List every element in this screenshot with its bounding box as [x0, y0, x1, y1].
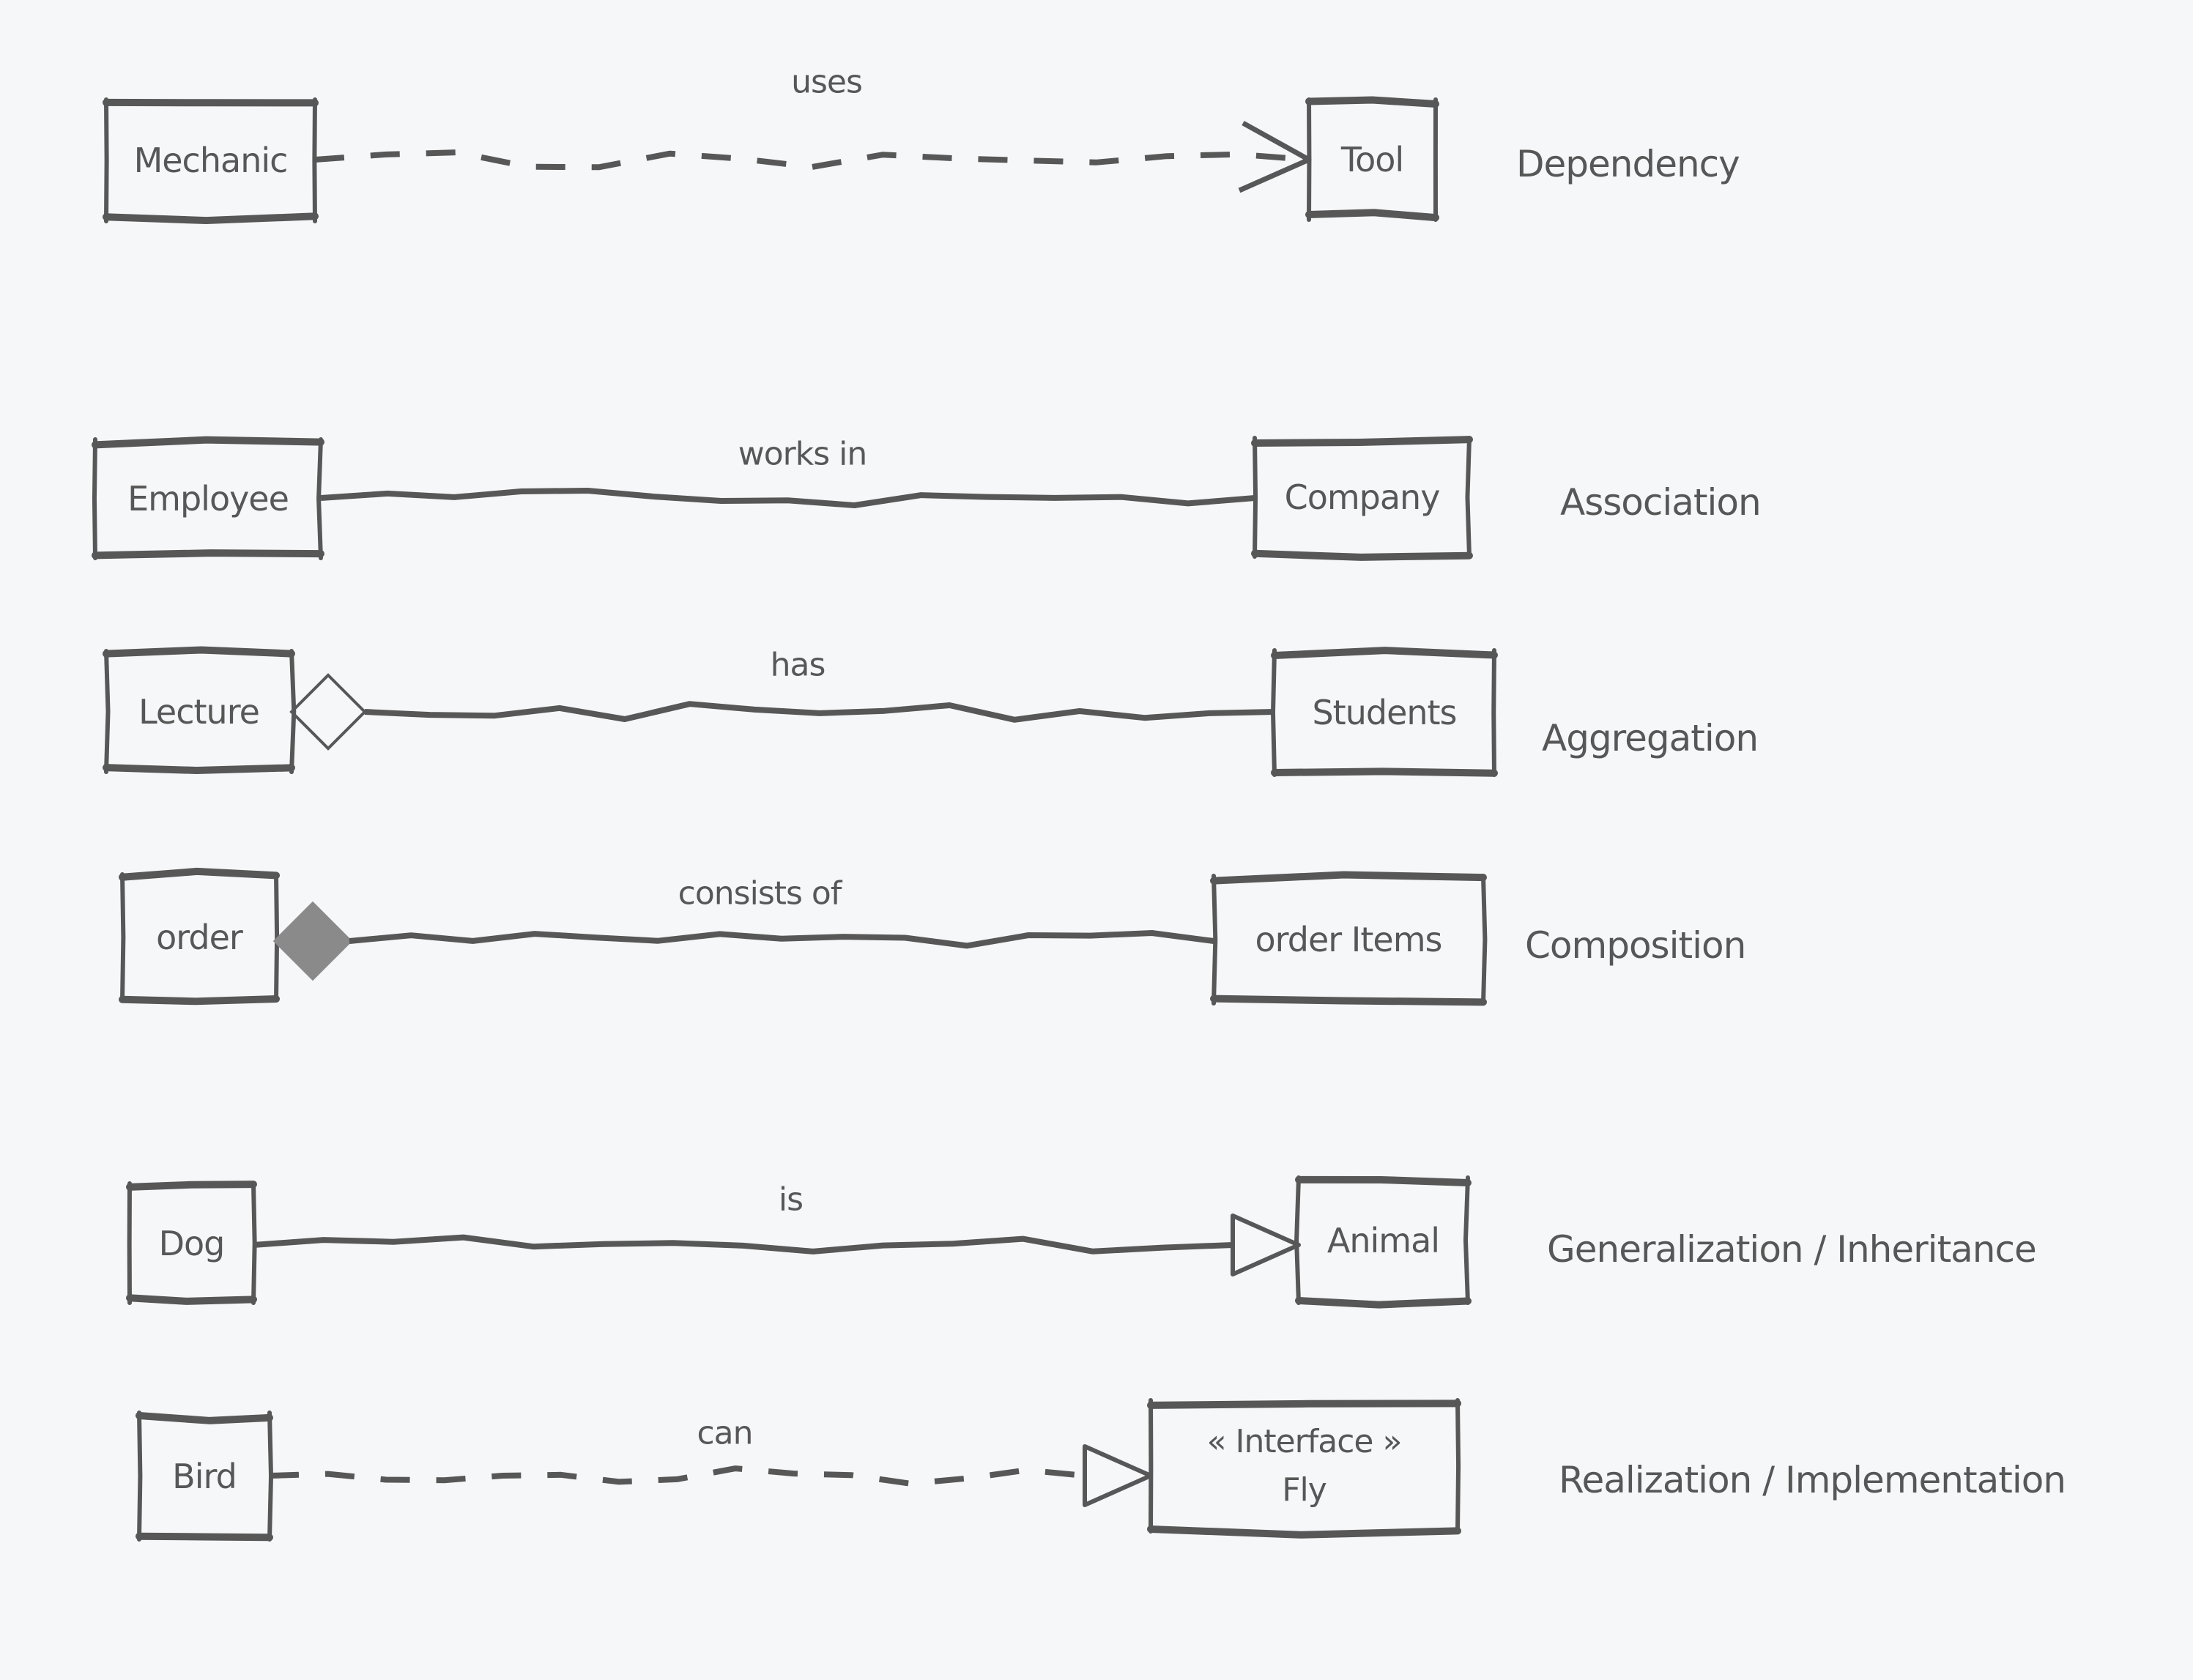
class-bird-label: Bird: [172, 1456, 237, 1496]
dependency-target-box-bottom-edge: [1305, 209, 1439, 222]
aggregation-source-box-top-edge: [103, 646, 295, 658]
dependency-source-box-bottom-edge: [103, 212, 319, 225]
dependency-connector-line: [314, 149, 1310, 171]
association-target-box-right-edge: [1465, 436, 1472, 559]
generalization-source-box-bottom-edge: [126, 1294, 257, 1305]
aggregation-target-box-right-edge: [1491, 648, 1496, 777]
relationship-kind-dependency: Dependency: [1516, 143, 1740, 185]
realization-source-box-left-edge: [137, 1410, 143, 1542]
class-order-items-label: order Items: [1255, 920, 1443, 959]
class-dog-label: Dog: [158, 1223, 226, 1263]
relation-label-works-in: works in: [738, 435, 867, 473]
relationship-kind-aggregation: Aggregation: [1542, 717, 1759, 759]
interface-name: Fly: [1282, 1471, 1327, 1509]
association-source-box-top-edge: [92, 436, 324, 449]
relationship-kind-composition: Composition: [1525, 924, 1746, 967]
aggregation-target-box-bottom-edge: [1271, 767, 1498, 777]
association-connector-line: [320, 488, 1255, 508]
diagram-canvas: [92, 96, 1498, 1542]
class-order-label: order: [156, 918, 243, 957]
class-mechanic-label: Mechanic: [133, 141, 289, 180]
relation-label-has: has: [770, 646, 826, 684]
generalization-source-box-top-edge: [126, 1181, 257, 1191]
association-target-box-top-edge: [1251, 436, 1473, 447]
hollow-triangle-arrowhead-icon: [1083, 1444, 1153, 1507]
class-company-label: Company: [1284, 477, 1441, 517]
composition-target-box-left-edge: [1211, 874, 1218, 1006]
relation-label-consists-of: consists of: [678, 874, 842, 913]
relationship-kind-generalization: Generalization / Inheritance: [1547, 1228, 2037, 1271]
dependency-source-box-left-edge: [104, 97, 109, 223]
composition-source-box-top-edge: [119, 867, 280, 881]
hollow-diamond-icon: [289, 673, 367, 751]
class-animal-label: Animal: [1326, 1220, 1440, 1260]
composition-source-box-bottom-edge: [119, 995, 280, 1006]
relationship-kind-realization: Realization / Implementation: [1559, 1459, 2066, 1501]
association-source-box-right-edge: [316, 437, 323, 560]
dependency-source-box-right-edge: [312, 97, 317, 223]
generalization-target-box-left-edge: [1294, 1175, 1301, 1305]
class-lecture-label: Lecture: [138, 691, 260, 732]
interface-stereotype: « Interface »: [1206, 1422, 1403, 1460]
composition-source-box-left-edge: [120, 872, 126, 1003]
interface-fly-label: « Interface » Fly: [1206, 1418, 1403, 1514]
composition-target-box-top-edge: [1210, 871, 1487, 885]
composition-target-box-right-edge: [1481, 874, 1488, 1006]
generalization-target-box-bottom-edge: [1295, 1296, 1472, 1309]
relationship-kind-association: Association: [1560, 481, 1762, 524]
class-tool-label: Tool: [1340, 140, 1404, 179]
association-target-box-bottom-edge: [1251, 549, 1473, 561]
relation-label-uses: uses: [791, 63, 863, 101]
aggregation-target-box-top-edge: [1271, 647, 1498, 659]
composition-target-box-bottom-edge: [1210, 995, 1487, 1006]
aggregation-source-box-left-edge: [104, 649, 111, 774]
realization-source-box-top-edge: [136, 1411, 273, 1424]
relation-label-can: can: [697, 1414, 753, 1452]
realization-target-box-top-edge: [1147, 1400, 1461, 1409]
relation-label-is: is: [778, 1181, 804, 1219]
hollow-triangle-arrowhead-icon: [1231, 1213, 1301, 1276]
composition-connector-line: [349, 930, 1214, 949]
realization-source-box-bottom-edge: [136, 1532, 273, 1542]
aggregation-connector-line: [364, 701, 1275, 723]
filled-diamond-icon: [272, 901, 353, 981]
realization-connector-line: [269, 1465, 1086, 1487]
generalization-target-box-top-edge: [1295, 1175, 1472, 1187]
generalization-target-box-right-edge: [1463, 1175, 1470, 1305]
association-source-box-bottom-edge: [92, 549, 324, 560]
class-students-label: Students: [1312, 693, 1457, 732]
association-source-box-left-edge: [92, 437, 97, 560]
realization-target-box-bottom-edge: [1147, 1525, 1461, 1539]
aggregation-source-box-bottom-edge: [103, 764, 295, 774]
generalization-connector-line: [253, 1234, 1233, 1255]
dependency-target-box-top-edge: [1305, 96, 1439, 108]
class-employee-label: Employee: [127, 479, 289, 519]
